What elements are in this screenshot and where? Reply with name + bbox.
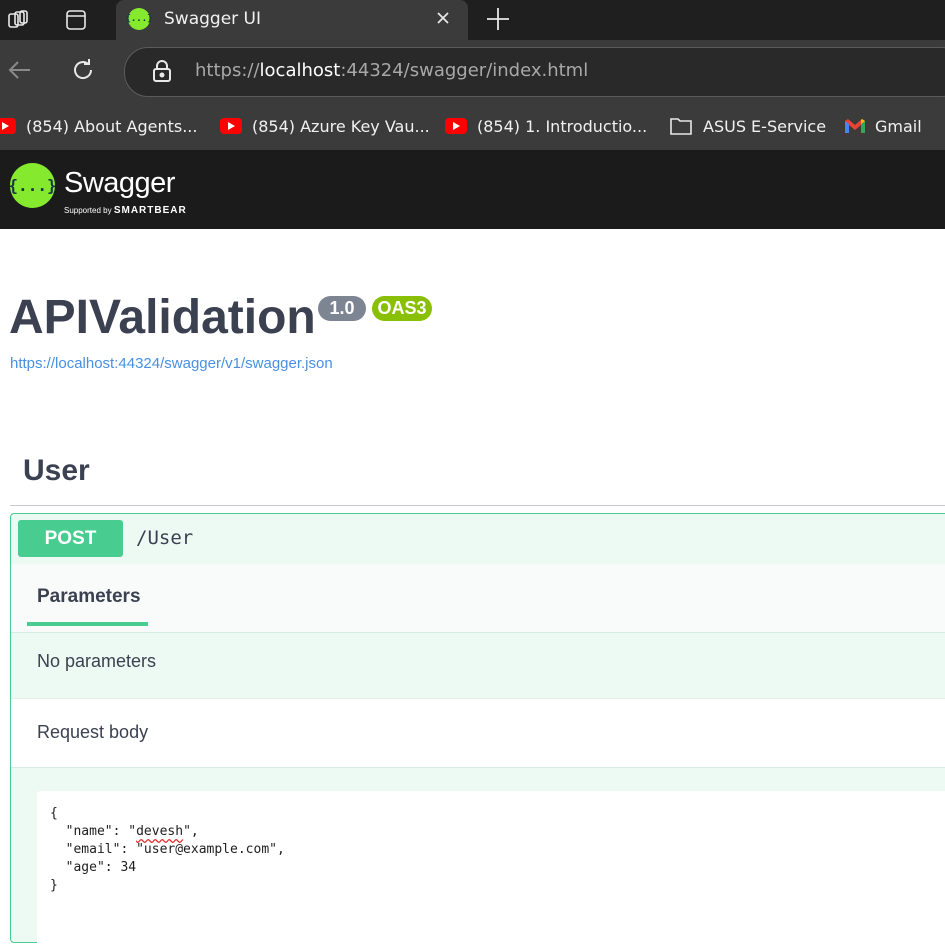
swagger-logo-icon[interactable]: {...}: [8, 163, 57, 208]
swagger-brand-name: Swagger: [64, 167, 175, 199]
supported-by-smartbear: Supported by SMARTBEAR: [64, 205, 187, 216]
close-tab-icon[interactable]: [432, 7, 454, 29]
active-tab-underline: [27, 622, 148, 626]
address-bar[interactable]: https://localhost:44324/swagger/index.ht…: [124, 47, 945, 97]
lock-icon[interactable]: [151, 59, 173, 83]
reload-icon[interactable]: [68, 55, 98, 85]
request-body-header: Request body: [11, 698, 945, 768]
version-badge: 1.0: [318, 296, 366, 321]
tab-swagger-ui[interactable]: {...} Swagger UI: [116, 0, 468, 41]
youtube-icon: [0, 118, 16, 134]
tab-title: Swagger UI: [164, 9, 262, 29]
folder-icon: [669, 116, 693, 136]
new-tab-icon[interactable]: [484, 5, 512, 33]
tag-user-heading[interactable]: User: [23, 454, 90, 488]
tab-actions-icon[interactable]: [62, 6, 90, 34]
url-text[interactable]: https://localhost:44324/swagger/index.ht…: [195, 60, 588, 81]
spec-json-link[interactable]: https://localhost:44324/swagger/v1/swagg…: [10, 355, 333, 372]
api-title: APIValidation: [9, 291, 316, 344]
bookmark-item[interactable]: (854) 1. Introductio...: [445, 113, 647, 139]
method-badge-post: POST: [18, 520, 123, 557]
browser-tab-bar: {...} Swagger UI: [0, 0, 945, 41]
no-parameters-text: No parameters: [37, 651, 157, 671]
browser-toolbar: https://localhost:44324/swagger/index.ht…: [0, 40, 945, 102]
youtube-icon: [220, 118, 242, 134]
bookmark-item[interactable]: (854) Azure Key Vau...: [220, 113, 430, 139]
request-body-code[interactable]: { "name": "devesh", "email": "user@examp…: [50, 805, 285, 895]
back-arrow-icon[interactable]: [4, 55, 34, 85]
tag-divider: [10, 505, 945, 506]
workspaces-icon[interactable]: [4, 6, 32, 34]
gmail-icon: [844, 118, 866, 134]
operation-summary[interactable]: POST /User: [11, 514, 945, 565]
tab-parameters[interactable]: Parameters: [37, 586, 141, 608]
swagger-favicon-icon: {...}: [125, 8, 153, 30]
oas-badge: OAS3: [372, 296, 432, 321]
bookmarks-bar: (854) About Agents... (854) Azure Key Va…: [0, 102, 945, 150]
request-body-label: Request body: [37, 722, 149, 742]
request-body-editor[interactable]: { "name": "devesh", "email": "user@examp…: [37, 791, 945, 951]
bookmark-item[interactable]: Gmail: [844, 113, 922, 139]
operation-post-user: POST /User Parameters No parameters Requ…: [10, 513, 945, 951]
swagger-topbar: {...} Swagger Supported by SMARTBEAR: [0, 150, 945, 229]
bookmark-item[interactable]: ASUS E-Service: [669, 113, 826, 139]
bookmark-item[interactable]: (854) About Agents...: [0, 113, 197, 139]
parameters-header: Parameters: [11, 564, 945, 633]
operation-path: /User: [136, 527, 194, 549]
youtube-icon: [445, 118, 467, 134]
